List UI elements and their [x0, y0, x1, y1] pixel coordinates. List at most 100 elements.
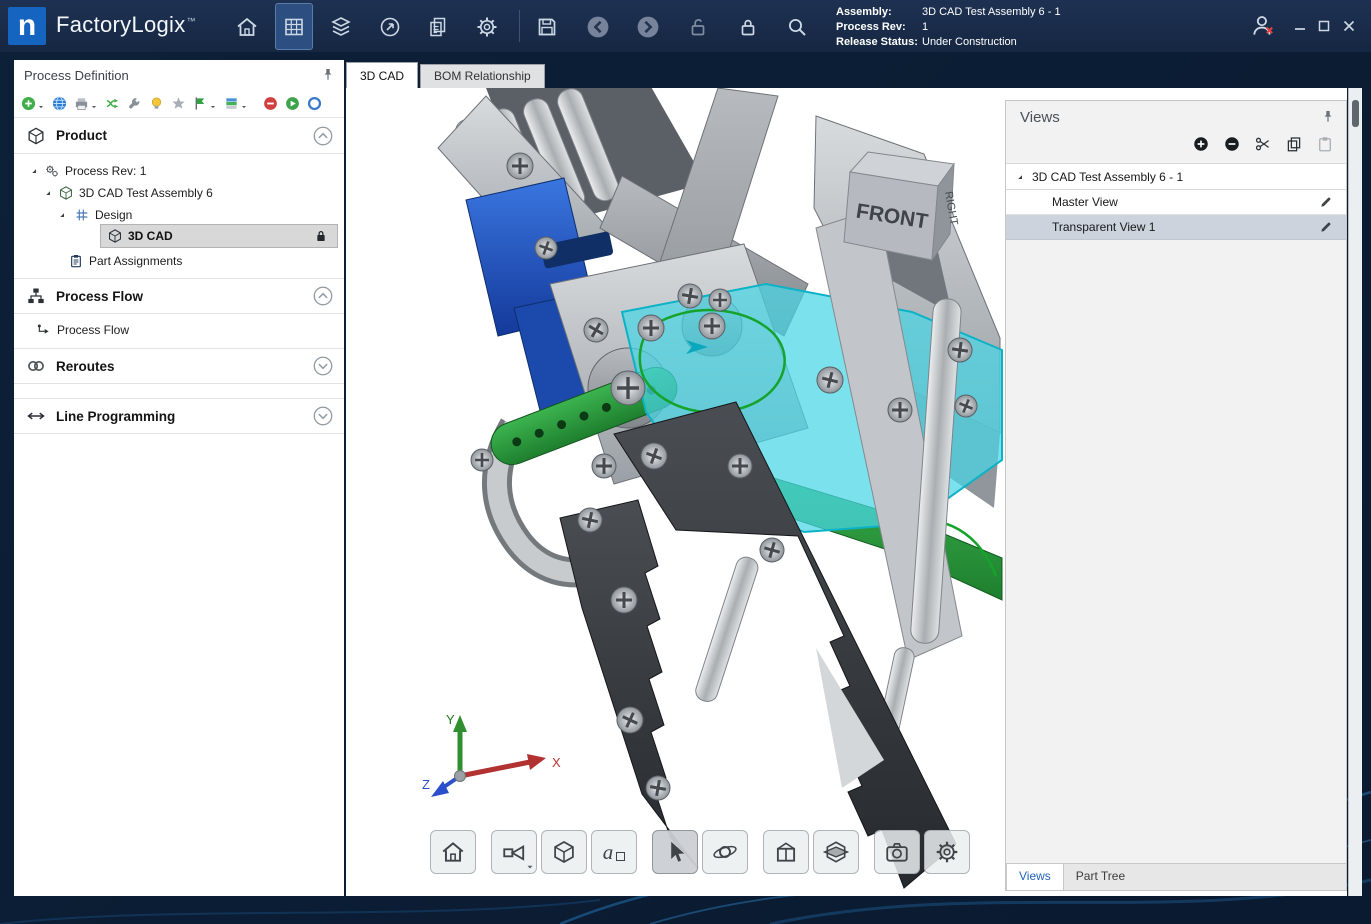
paste-button[interactable]: [1316, 135, 1334, 153]
view-options-button[interactable]: [491, 830, 537, 874]
flags-button[interactable]: [193, 96, 217, 111]
axis-triad: Y X Z: [420, 710, 570, 805]
lock-button[interactable]: [730, 9, 766, 45]
expander-icon[interactable]: [56, 209, 68, 221]
copy-button[interactable]: [1285, 135, 1303, 153]
snapshot-button[interactable]: [874, 830, 920, 874]
section-reroutes[interactable]: Reroutes: [14, 348, 344, 384]
sync-button[interactable]: [105, 96, 120, 111]
tree-item-process-rev[interactable]: Process Rev: 1: [14, 160, 344, 182]
browse-web-button[interactable]: [52, 96, 67, 111]
section-reroutes-label: Reroutes: [56, 359, 312, 374]
plugins-button[interactable]: [171, 96, 186, 111]
edit-view-button[interactable]: [1318, 194, 1334, 210]
tree-item-part-assignments[interactable]: Part Assignments: [14, 250, 344, 272]
app-name: FactoryLogix™: [56, 12, 196, 38]
section-product-label: Product: [56, 128, 312, 143]
user-session-button[interactable]: [1247, 10, 1279, 42]
close-button[interactable]: [1340, 18, 1358, 34]
assembly-info: Assembly:3D CAD Test Assembly 6 - 1 Proc…: [836, 5, 1061, 50]
process-rev-row: Process Rev:1: [836, 20, 1061, 35]
tab-part-tree[interactable]: Part Tree: [1064, 864, 1137, 890]
annotation-box-icon: [616, 852, 625, 861]
pin-icon[interactable]: [320, 67, 336, 83]
print-button[interactable]: [74, 96, 98, 111]
select-tool-button[interactable]: [652, 830, 698, 874]
expander-icon[interactable]: [42, 187, 54, 199]
section-process-flow[interactable]: Process Flow: [14, 278, 344, 314]
minimize-button[interactable]: [1291, 18, 1309, 34]
annotations-button[interactable]: a: [591, 830, 637, 874]
tree-item-process-flow[interactable]: Process Flow: [14, 318, 344, 342]
views-toolbar: [1192, 135, 1334, 153]
tab-views[interactable]: Views: [1006, 864, 1064, 890]
maximize-button[interactable]: [1315, 18, 1333, 34]
add-view-button[interactable]: [1192, 135, 1210, 153]
info-status-button[interactable]: [307, 96, 322, 111]
home-view-button[interactable]: [430, 830, 476, 874]
expander-icon[interactable]: [28, 165, 40, 177]
view-item-master[interactable]: Master View: [1006, 190, 1346, 215]
pin-icon[interactable]: [1320, 109, 1336, 125]
isolate-part-button[interactable]: [763, 830, 809, 874]
design-grid-icon: [74, 207, 90, 223]
save-button[interactable]: [529, 9, 565, 45]
panel-title: Process Definition: [24, 68, 129, 83]
release-status-row: Release Status:Under Construction: [836, 35, 1061, 50]
views-panel-title: Views: [1020, 109, 1060, 126]
line-programming-icon: [26, 406, 46, 426]
export-button[interactable]: [224, 96, 248, 111]
tree-label: 3D CAD: [128, 229, 173, 243]
right-scrollbar[interactable]: [1348, 88, 1362, 896]
tab-bom-relationship[interactable]: BOM Relationship: [420, 64, 545, 88]
hint-button[interactable]: [149, 96, 164, 111]
cut-button[interactable]: [1254, 135, 1272, 153]
tree-item-design[interactable]: Design: [14, 204, 344, 226]
views-panel: Views 3D CAD Test Assembly 6 - 1 Master …: [1005, 100, 1347, 891]
home-button[interactable]: [229, 9, 265, 45]
edit-view-button[interactable]: [1318, 219, 1334, 235]
assembly-row: Assembly:3D CAD Test Assembly 6 - 1: [836, 5, 1061, 20]
go-status-button[interactable]: [285, 96, 300, 111]
tools-button[interactable]: [127, 96, 142, 111]
remove-view-button[interactable]: [1223, 135, 1241, 153]
back-button[interactable]: [580, 9, 616, 45]
dispatch-button[interactable]: [372, 9, 408, 45]
scrollbar-thumb[interactable]: [1352, 100, 1359, 127]
cross-section-button[interactable]: [813, 830, 859, 874]
section-line-programming[interactable]: Line Programming: [14, 398, 344, 434]
section-process-flow-label: Process Flow: [56, 289, 312, 304]
section-product[interactable]: Product: [14, 118, 344, 154]
views-tree-root[interactable]: 3D CAD Test Assembly 6 - 1: [1006, 163, 1346, 190]
expand-line-programming-button[interactable]: [312, 405, 334, 427]
orientation-cube[interactable]: FRONT RIGHT: [844, 152, 960, 260]
stop-status-button[interactable]: [263, 96, 278, 111]
process-rev-value: 1: [922, 21, 928, 33]
audit-search-button[interactable]: [779, 9, 815, 45]
viewer-settings-button[interactable]: [924, 830, 970, 874]
unlock-button[interactable]: [680, 9, 716, 45]
section-line-programming-label: Line Programming: [56, 409, 312, 424]
add-item-button[interactable]: [21, 96, 45, 111]
caret-down-icon: [209, 103, 217, 111]
expander-icon[interactable]: [1014, 171, 1026, 183]
display-mode-button[interactable]: [541, 830, 587, 874]
collapse-process-flow-button[interactable]: [312, 285, 334, 307]
toolbar-separator: [519, 10, 520, 42]
process-definition-button[interactable]: [275, 3, 313, 50]
production-button[interactable]: [323, 9, 359, 45]
titlebar: n FactoryLogix™ Assembly:3D CAD Test Ass…: [0, 0, 1371, 52]
collapse-product-button[interactable]: [312, 125, 334, 147]
tab-3d-cad[interactable]: 3D CAD: [346, 62, 418, 88]
orbit-tool-button[interactable]: [702, 830, 748, 874]
document-tabs: 3D CAD BOM Relationship: [346, 62, 547, 88]
tree-item-assembly[interactable]: 3D CAD Test Assembly 6: [14, 182, 344, 204]
tree-label: Design: [95, 208, 132, 222]
view-item-transparent-selected[interactable]: Transparent View 1: [1006, 215, 1346, 240]
settings-button[interactable]: [469, 9, 505, 45]
assembly-cube-icon: [58, 185, 74, 201]
reports-button[interactable]: [420, 9, 456, 45]
forward-button[interactable]: [630, 9, 666, 45]
tree-item-3d-cad-selected[interactable]: 3D CAD: [100, 224, 338, 248]
expand-reroutes-button[interactable]: [312, 355, 334, 377]
